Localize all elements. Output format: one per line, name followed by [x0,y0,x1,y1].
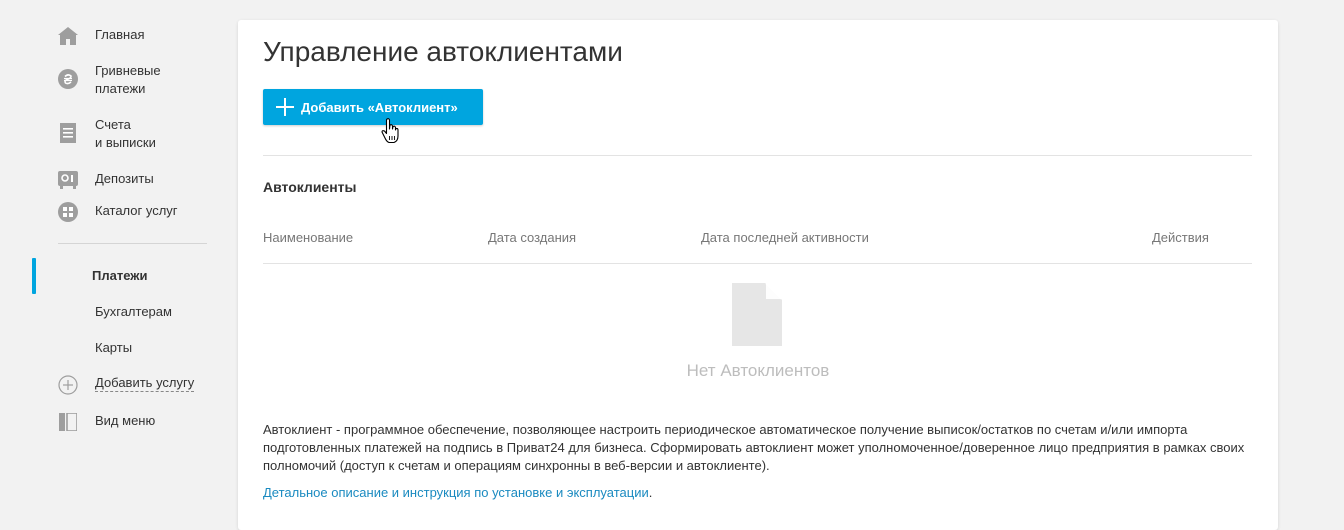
column-header-name: Наименование [263,230,354,245]
sidebar-item-label: Гривневые платежи [95,63,161,96]
sidebar-item-catalog[interactable]: Каталог услуг [58,202,178,222]
empty-document-icon [732,282,783,351]
instructions-link-row: Детальное описание и инструкция по устан… [263,485,652,500]
grid-icon [58,202,78,222]
sidebar-divider [58,243,207,244]
sidebar-subitem-payments[interactable]: Платежи [92,268,147,283]
home-icon [58,26,78,46]
sidebar-item-accounts[interactable]: Счета и выписки [58,116,156,152]
add-autoclient-button[interactable]: Добавить «Автоклиент» [263,89,483,125]
section-title: Автоклиенты [263,179,357,195]
sidebar-subitem-cards[interactable]: Карты [95,340,132,355]
add-service-label: Добавить услугу [95,375,195,392]
link-suffix: . [648,485,653,500]
sidebar-item-label: Счета и выписки [95,117,156,150]
add-autoclient-label: Добавить «Автоклиент» [301,99,458,115]
sidebar-item-label: Депозиты [95,171,154,186]
column-header-last-activity: Дата последней активности [701,230,869,245]
active-indicator [32,258,36,294]
sidebar-item-hryvnia-payments[interactable]: Гривневые платежи [58,62,161,98]
sidebar-subitem-accountants[interactable]: Бухгалтерам [95,304,172,319]
view-menu-button[interactable]: Вид меню [58,412,155,432]
sidebar-item-label: Каталог услуг [95,203,178,218]
sidebar-item-label: Главная [95,27,145,42]
deposit-icon [58,170,78,190]
document-icon [58,123,78,143]
hryvnia-icon [58,69,78,89]
add-circle-icon [58,375,78,395]
hand-cursor-icon [381,118,401,149]
sidebar: Главная Гривневые платежи Счета и выписк… [0,0,224,518]
table-header-divider [263,263,1252,264]
main-card: Управление автоклиентами Добавить «Авток… [238,20,1278,530]
divider [263,155,1252,156]
description-text: Автоклиент - программное обеспечение, по… [263,422,1245,473]
plus-icon [276,98,294,116]
column-header-actions: Действия [1152,230,1209,245]
page-title: Управление автоклиентами [263,36,623,67]
menu-layout-icon [58,412,78,432]
sidebar-item-home[interactable]: Главная [58,26,144,46]
sidebar-item-deposits[interactable]: Депозиты [58,170,154,190]
add-service-button[interactable]: Добавить услугу [58,375,195,395]
empty-state-text: Нет Автоклиентов [686,361,830,380]
column-header-created: Дата создания [488,230,577,245]
view-menu-label: Вид меню [95,413,156,428]
instructions-link[interactable]: Детальное описание и инструкция по устан… [263,485,649,500]
